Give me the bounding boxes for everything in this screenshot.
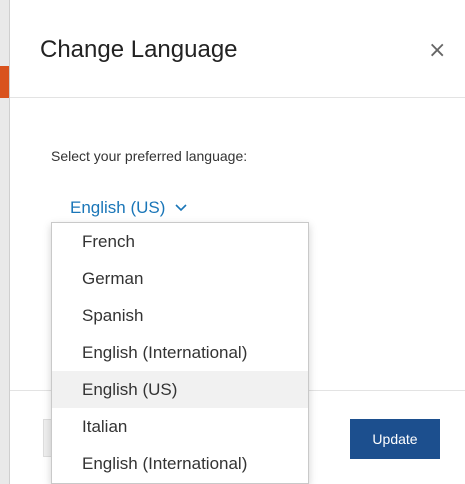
selected-language-label: English (US) — [70, 198, 166, 217]
language-prompt: Select your preferred language: — [51, 148, 248, 164]
language-dropdown-list: French German Spanish English (Internati… — [51, 222, 309, 484]
language-option-french[interactable]: French — [52, 223, 308, 260]
background-accent-bar — [0, 66, 9, 98]
language-option-italian[interactable]: Italian — [52, 408, 308, 445]
language-option-english-us[interactable]: English (US) — [52, 371, 308, 408]
language-option-spanish[interactable]: Spanish — [52, 297, 308, 334]
modal-header: Change Language × — [10, 0, 465, 98]
language-option-english-international-2[interactable]: English (International) — [52, 445, 308, 482]
update-button[interactable]: Update — [350, 419, 440, 459]
modal-title: Change Language — [40, 36, 238, 63]
close-icon[interactable]: × — [428, 40, 446, 62]
language-option-german[interactable]: German — [52, 260, 308, 297]
language-option-english-international[interactable]: English (International) — [52, 334, 308, 371]
chevron-down-icon — [175, 204, 187, 212]
language-select[interactable]: English (US) — [70, 198, 187, 218]
